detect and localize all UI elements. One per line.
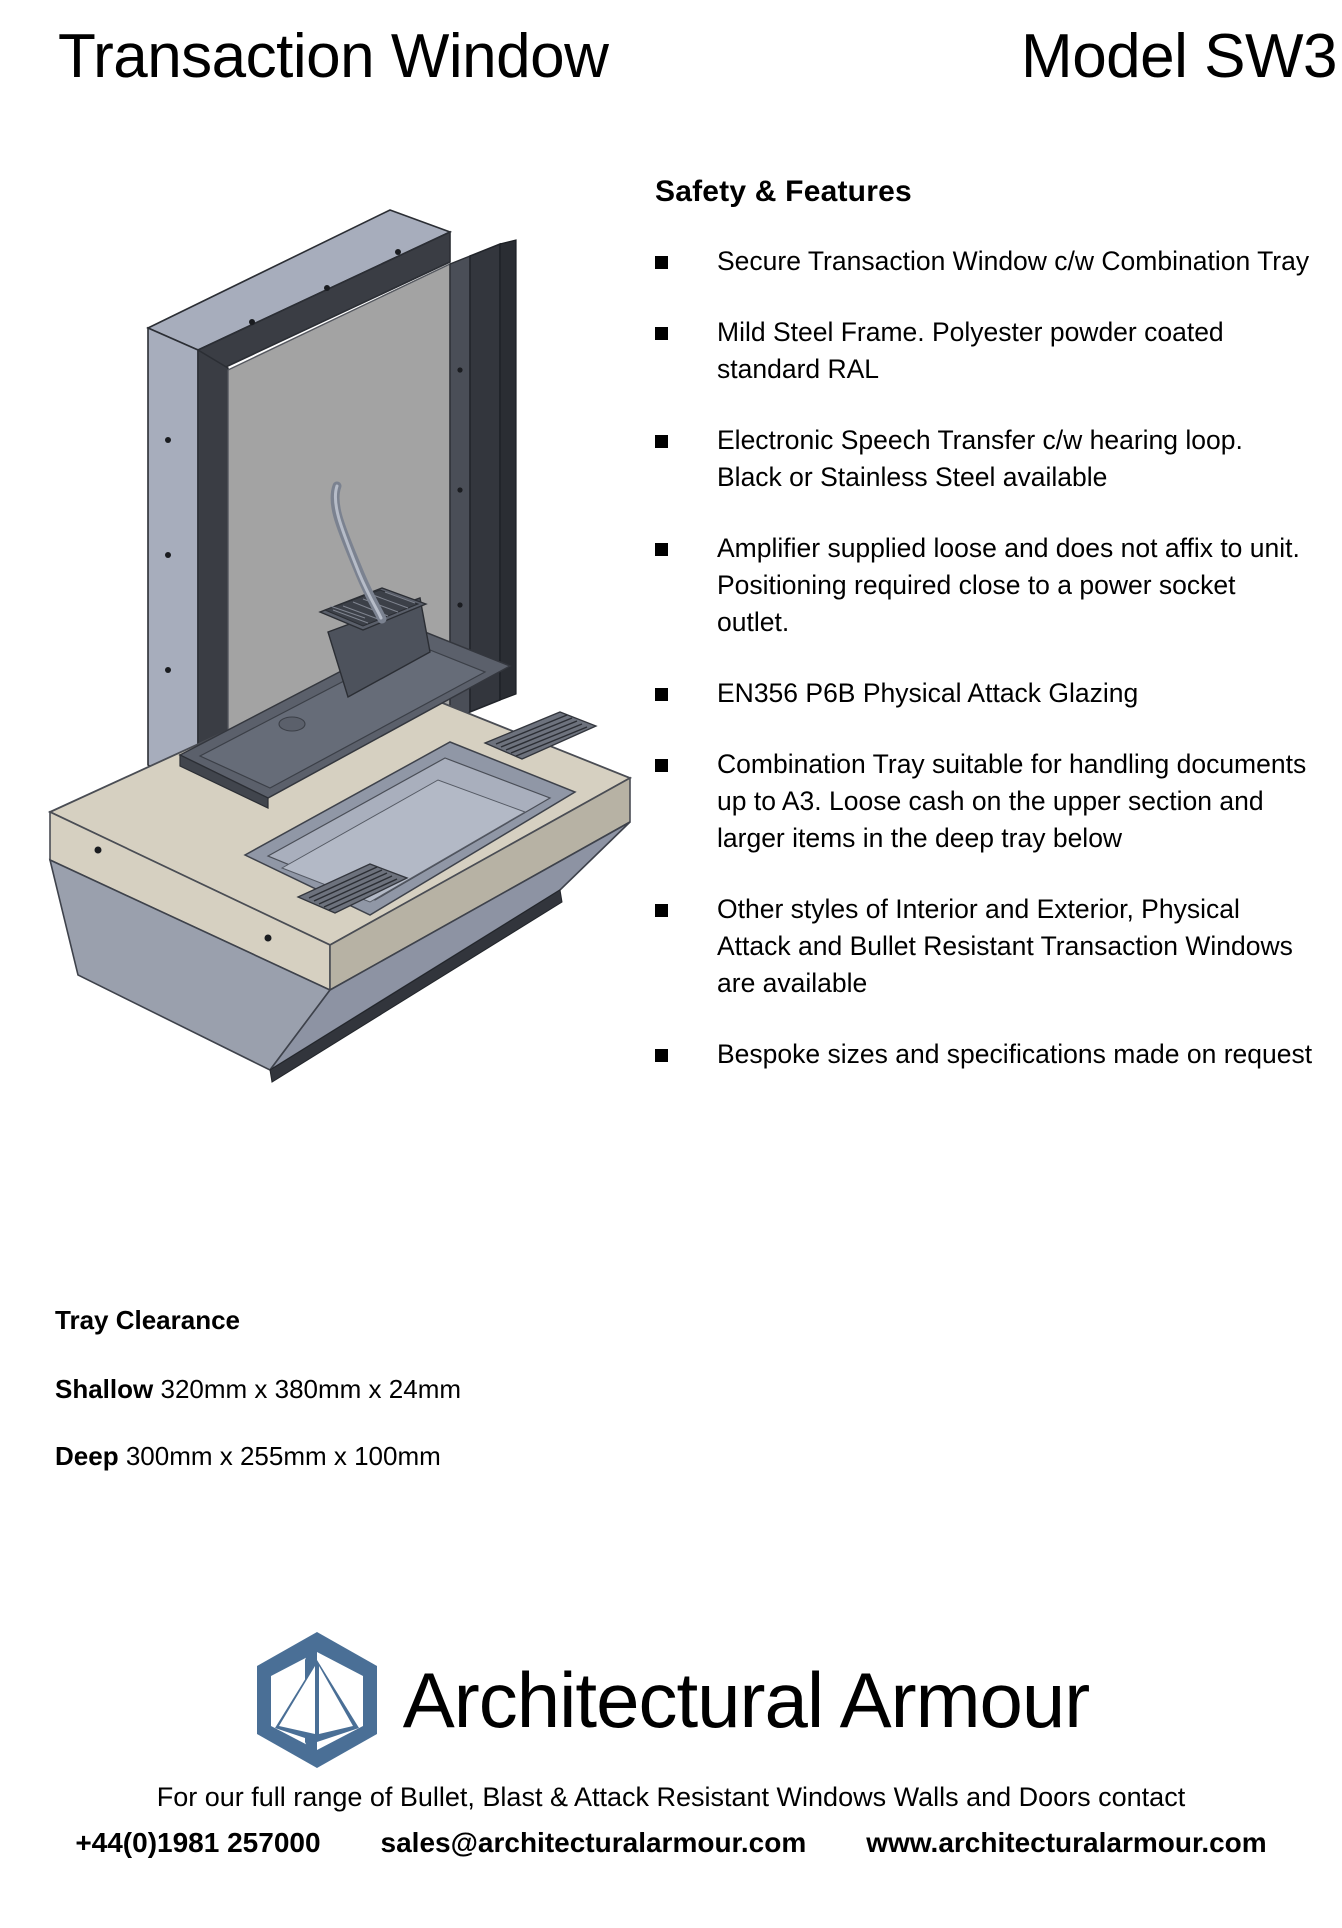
feature-item: Amplifier supplied loose and does not af… — [655, 530, 1315, 641]
tray-clearance-heading: Tray Clearance — [55, 1305, 241, 1335]
feature-item: Mild Steel Frame. Polyester powder coate… — [655, 314, 1315, 388]
frame-fixing-hole — [165, 552, 171, 558]
tray-clearance-label: Shallow — [55, 1374, 154, 1404]
feature-item: Electronic Speech Transfer c/w hearing l… — [655, 422, 1315, 496]
tray-clearance-row: Shallow 320mm x 380mm x 24mm — [55, 1374, 655, 1405]
feature-text: Other styles of Interior and Exterior, P… — [717, 894, 1293, 998]
feature-item: Bespoke sizes and specifications made on… — [655, 1036, 1315, 1073]
tray-clearance-row: Deep 300mm x 255mm x 100mm — [55, 1441, 655, 1472]
feature-text: Bespoke sizes and specifications made on… — [717, 1039, 1313, 1069]
footer-website[interactable]: www.architecturalarmour.com — [866, 1827, 1266, 1859]
frame-fixing-hole — [457, 602, 463, 608]
bullet-square-icon — [655, 256, 668, 269]
bullet-square-icon — [655, 1049, 668, 1062]
feature-text: Combination Tray suitable for handling d… — [717, 749, 1307, 853]
feature-item: Combination Tray suitable for handling d… — [655, 746, 1315, 857]
bullet-square-icon — [655, 543, 668, 556]
features-section: Safety & Features Secure Transaction Win… — [655, 175, 1315, 1107]
feature-item: Secure Transaction Window c/w Combinatio… — [655, 243, 1315, 280]
feature-text: Amplifier supplied loose and does not af… — [717, 533, 1300, 637]
frame-right-outer-face — [469, 242, 501, 714]
frame-fixing-hole — [457, 367, 463, 373]
features-list: Secure Transaction Window c/w Combinatio… — [655, 243, 1315, 1073]
feature-text: Secure Transaction Window c/w Combinatio… — [717, 246, 1310, 276]
bullet-square-icon — [655, 435, 668, 448]
frame-fixing-hole — [395, 249, 401, 255]
tray-clearance-value: 320mm x 380mm x 24mm — [160, 1374, 462, 1404]
page-header: Transaction Window Model SW3 — [0, 14, 1342, 100]
feature-text: EN356 P6B Physical Attack Glazing — [717, 678, 1139, 708]
bullet-square-icon — [655, 688, 668, 701]
page-title: Transaction Window — [58, 22, 609, 91]
frame-right-edge — [499, 239, 517, 701]
feature-text: Mild Steel Frame. Polyester powder coate… — [717, 317, 1224, 384]
bullet-square-icon — [655, 904, 668, 917]
tray-clearance-value: 300mm x 255mm x 100mm — [125, 1441, 441, 1471]
brand-name: Architectural Armour — [402, 1656, 1091, 1744]
page-footer: Architectural Armour For our full range … — [0, 1630, 1342, 1859]
footer-contact-row: +44(0)1981 257000 sales@architecturalarm… — [0, 1827, 1342, 1859]
frame-fixing-hole — [324, 285, 330, 291]
product-illustration — [30, 200, 650, 1200]
model-title: Model SW3 — [1021, 22, 1337, 91]
brand-lockup: Architectural Armour — [0, 1630, 1342, 1770]
frame-fixing-hole — [165, 437, 171, 443]
tray-clearance-section: Tray Clearance Shallow 320mm x 380mm x 2… — [55, 1305, 655, 1508]
counter-fixing-hole — [264, 934, 272, 942]
counter-fixing-hole — [94, 846, 102, 854]
tray-finger-hole — [278, 716, 306, 732]
features-heading: Safety & Features — [655, 175, 912, 208]
frame-left-outer-face — [147, 326, 199, 802]
frame-fixing-hole — [165, 667, 171, 673]
tray-clearance-label: Deep — [55, 1441, 119, 1471]
footer-email[interactable]: sales@architecturalarmour.com — [381, 1827, 807, 1859]
feature-item: Other styles of Interior and Exterior, P… — [655, 891, 1315, 1002]
feature-item: EN356 P6B Physical Attack Glazing — [655, 675, 1315, 712]
footer-tagline: For our full range of Bullet, Blast & At… — [156, 1782, 1186, 1812]
footer-phone[interactable]: +44(0)1981 257000 — [75, 1827, 320, 1859]
bullet-square-icon — [655, 759, 668, 772]
bullet-square-icon — [655, 327, 668, 340]
architectural-armour-logo-icon — [253, 1630, 381, 1770]
feature-text: Electronic Speech Transfer c/w hearing l… — [717, 425, 1243, 492]
frame-fixing-hole — [457, 487, 463, 493]
frame-fixing-hole — [249, 319, 255, 325]
